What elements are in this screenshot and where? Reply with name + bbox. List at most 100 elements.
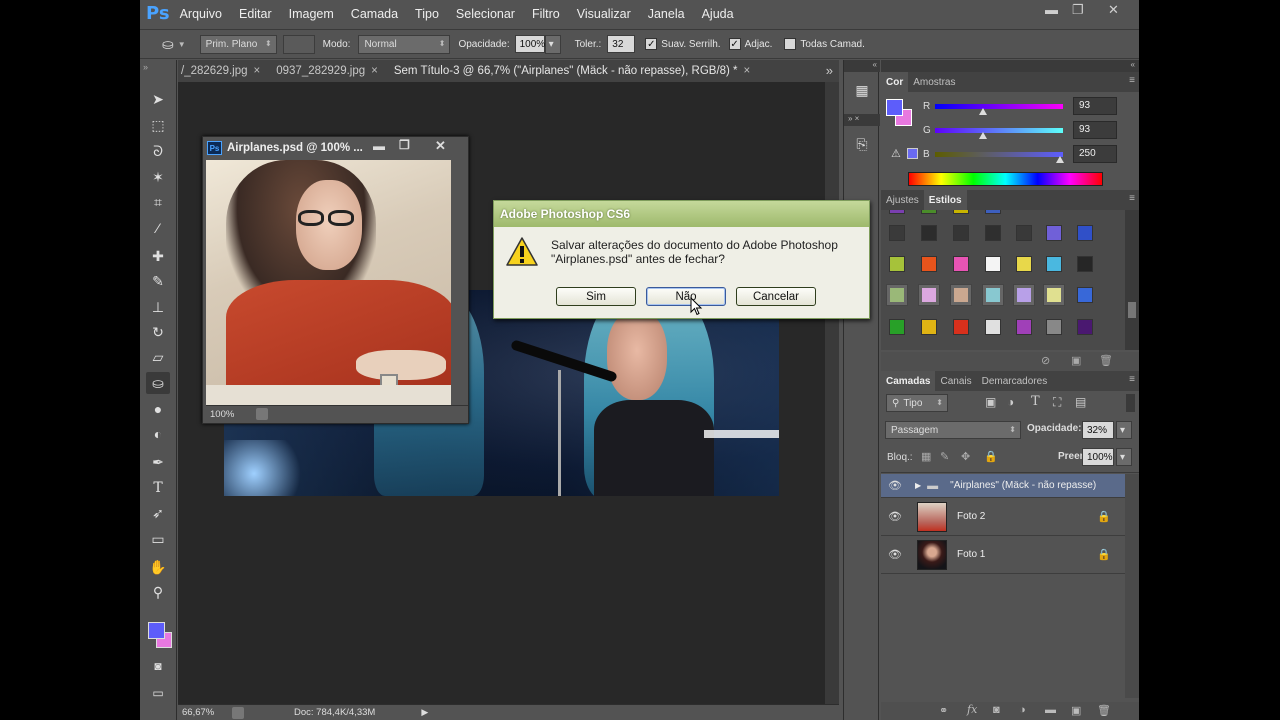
rectangle-tool-icon[interactable]: ▭ bbox=[146, 528, 170, 550]
styles-scrollbar[interactable] bbox=[1125, 210, 1139, 350]
filter-toggle[interactable] bbox=[1126, 394, 1135, 412]
style-swatch[interactable] bbox=[985, 256, 1001, 272]
tab-camadas[interactable]: Camadas bbox=[881, 371, 936, 391]
style-swatch[interactable] bbox=[1016, 225, 1032, 241]
crop-tool-icon[interactable]: ⌗ bbox=[146, 191, 170, 213]
restore-icon[interactable]: ❐ bbox=[1072, 2, 1084, 18]
fg-color-swatch[interactable] bbox=[886, 99, 903, 116]
minimize-icon[interactable]: ▬ bbox=[373, 139, 385, 153]
lock-pixels-icon[interactable]: ✎ bbox=[940, 450, 949, 463]
document-zoom[interactable]: 100% bbox=[210, 409, 234, 420]
collapse-icon[interactable]: « bbox=[881, 60, 1139, 72]
layers-scrollbar[interactable] bbox=[1125, 474, 1139, 698]
close-icon[interactable]: × bbox=[371, 65, 378, 77]
style-swatch[interactable] bbox=[985, 225, 1001, 241]
menu-camada[interactable]: Camada bbox=[351, 7, 398, 21]
antialias-checkbox[interactable]: ✓ bbox=[645, 38, 658, 50]
style-swatch[interactable] bbox=[1016, 256, 1032, 272]
layer-thumbnail[interactable] bbox=[917, 501, 947, 532]
layer-name[interactable]: Foto 2 bbox=[957, 511, 985, 522]
adjustment-filter-icon[interactable]: ◑ bbox=[1007, 395, 1014, 409]
layer-name[interactable]: Foto 1 bbox=[957, 549, 985, 560]
eye-icon[interactable]: 👁 bbox=[885, 548, 905, 561]
pen-tool-icon[interactable]: ✒ bbox=[146, 451, 170, 473]
maximize-icon[interactable]: ❐ bbox=[399, 138, 410, 152]
document-scrollbar[interactable] bbox=[451, 160, 468, 405]
cancel-button[interactable]: Cancelar bbox=[736, 287, 816, 306]
style-swatch[interactable] bbox=[1013, 284, 1035, 306]
eye-icon[interactable]: 👁 bbox=[885, 510, 905, 523]
new-group-icon[interactable]: ▬ bbox=[1045, 704, 1056, 716]
trash-icon[interactable]: 🗑 bbox=[1099, 354, 1113, 367]
style-swatch[interactable] bbox=[1077, 287, 1093, 303]
close-icon[interactable]: × bbox=[254, 65, 261, 77]
minimize-icon[interactable]: ▬ bbox=[1045, 2, 1058, 17]
opacity-slider-toggle[interactable]: ▾ bbox=[544, 34, 561, 54]
status-icon[interactable] bbox=[256, 408, 269, 420]
style-swatch[interactable] bbox=[1077, 225, 1093, 241]
layer-row-group[interactable]: 👁 ▶ ▬ "Airplanes" (Mäck - não repasse) bbox=[881, 474, 1125, 498]
tab-doc-1[interactable]: /_282629.jpg × bbox=[178, 60, 263, 82]
new-layer-icon[interactable]: ▣ bbox=[1071, 704, 1081, 717]
lock-all-icon[interactable]: 🔒 bbox=[984, 450, 998, 463]
mask-icon[interactable]: ◙ bbox=[993, 704, 1000, 716]
status-icon[interactable] bbox=[232, 706, 244, 719]
clear-style-icon[interactable]: ⊘ bbox=[1041, 354, 1050, 367]
green-value[interactable]: 93 bbox=[1073, 121, 1117, 139]
style-swatch[interactable] bbox=[918, 284, 940, 306]
style-swatch[interactable] bbox=[889, 225, 905, 241]
opacity-input[interactable]: 100% bbox=[514, 35, 545, 53]
style-swatch[interactable] bbox=[1043, 284, 1065, 306]
fx-icon[interactable]: fx bbox=[967, 703, 977, 716]
dialog-title-bar[interactable]: Adobe Photoshop CS6 bbox=[494, 201, 869, 227]
document-photo[interactable] bbox=[206, 160, 451, 405]
image-filter-icon[interactable]: ▣ bbox=[985, 395, 996, 409]
foreground-color-swatch[interactable] bbox=[148, 622, 165, 639]
red-value[interactable]: 93 bbox=[1073, 97, 1117, 115]
style-swatch[interactable] bbox=[921, 225, 937, 241]
new-style-icon[interactable]: ▣ bbox=[1071, 354, 1081, 367]
close-icon[interactable]: ✕ bbox=[435, 138, 446, 154]
document-title-bar[interactable]: Ps Airplanes.psd @ 100% ... ▬ ❐ ✕ bbox=[203, 137, 468, 159]
layer-row-foto1[interactable]: 👁 Foto 1 🔒 bbox=[881, 536, 1125, 574]
style-swatch[interactable] bbox=[1046, 256, 1062, 272]
smart-object-filter-icon[interactable]: ▤ bbox=[1075, 395, 1086, 409]
hand-tool-icon[interactable]: ✋ bbox=[146, 556, 170, 578]
fill-toggle[interactable]: ▾ bbox=[1116, 448, 1132, 466]
blue-slider[interactable]: B 250 bbox=[923, 145, 1139, 167]
menu-editar[interactable]: Editar bbox=[239, 7, 272, 21]
style-swatch[interactable] bbox=[889, 210, 905, 214]
mode-dropdown[interactable]: Normal ⬍ bbox=[358, 34, 451, 54]
floating-document-window[interactable]: Ps Airplanes.psd @ 100% ... ▬ ❐ ✕ 100% bbox=[202, 136, 469, 424]
screen-mode-icon[interactable]: ▭ bbox=[146, 682, 170, 704]
zoom-tool-icon[interactable]: ⚲ bbox=[146, 581, 170, 603]
layer-row-foto2[interactable]: 👁 Foto 2 🔒 bbox=[881, 498, 1125, 536]
paint-bucket-tool-icon[interactable]: ⛀ bbox=[146, 372, 170, 394]
layer-filter-dropdown[interactable]: ⚲ Tipo ⬍ bbox=[886, 394, 948, 412]
all-layers-checkbox[interactable] bbox=[784, 38, 797, 50]
tab-demarcadores[interactable]: Demarcadores bbox=[977, 371, 1053, 391]
layer-thumbnail[interactable] bbox=[917, 539, 947, 570]
panel-menu-icon[interactable]: ≡ bbox=[1129, 193, 1135, 204]
dock-header[interactable]: » × bbox=[844, 114, 880, 126]
fill-input[interactable]: 100% bbox=[1082, 448, 1114, 466]
more-tabs-icon[interactable]: » bbox=[826, 63, 833, 78]
tab-doc-2[interactable]: 0937_282929.jpg × bbox=[273, 60, 381, 82]
collapse-icon[interactable]: » bbox=[143, 62, 148, 72]
paint-bucket-icon[interactable]: ⛀ bbox=[162, 36, 174, 53]
contiguous-checkbox[interactable]: ✓ bbox=[728, 38, 741, 50]
menu-tipo[interactable]: Tipo bbox=[415, 7, 439, 21]
adjustment-layer-icon[interactable]: ◑ bbox=[1019, 704, 1026, 716]
color-ramp[interactable] bbox=[908, 172, 1103, 186]
red-thumb[interactable] bbox=[979, 108, 987, 115]
style-swatch[interactable] bbox=[950, 284, 972, 306]
no-button[interactable]: Não bbox=[646, 287, 726, 306]
layer-opacity-input[interactable]: 32% bbox=[1082, 421, 1114, 439]
blue-track[interactable] bbox=[935, 152, 1063, 157]
style-swatch[interactable] bbox=[1077, 256, 1093, 272]
menu-janela[interactable]: Janela bbox=[648, 7, 685, 21]
trash-icon[interactable]: 🗑 bbox=[1097, 704, 1111, 717]
red-track[interactable] bbox=[935, 104, 1063, 109]
type-tool-icon[interactable]: T bbox=[146, 477, 170, 499]
tab-doc-3[interactable]: Sem Título-3 @ 66,7% ("Airplanes" (Mäck … bbox=[391, 60, 753, 82]
